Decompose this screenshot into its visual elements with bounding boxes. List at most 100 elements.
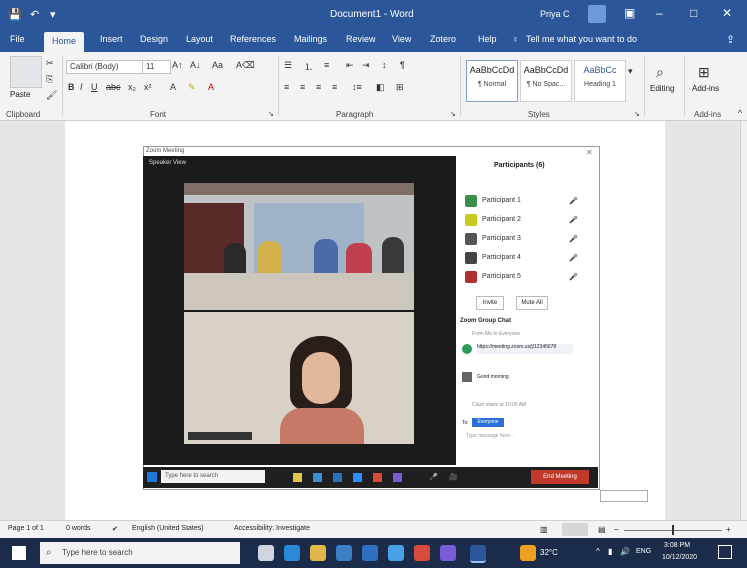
word-count[interactable]: 0 words (66, 525, 91, 532)
store-icon[interactable] (336, 545, 352, 561)
shrink-font-icon[interactable]: A↓ (190, 60, 201, 70)
line-spacing-icon[interactable]: ↕≡ (352, 82, 362, 92)
undo-icon[interactable]: ↶ (30, 8, 39, 21)
mic-icon[interactable]: 🎤 (569, 273, 578, 281)
mic-icon[interactable]: 🎤 (429, 473, 438, 481)
tab-references[interactable]: References (230, 34, 276, 44)
font-dialog-launcher-icon[interactable]: ↘ (268, 110, 274, 118)
font-size-select[interactable]: 11 (142, 60, 171, 74)
page-count[interactable]: Page 1 of 1 (8, 525, 44, 532)
text-effects-icon[interactable]: A (170, 82, 176, 92)
chrome-icon[interactable] (414, 545, 430, 561)
grow-font-icon[interactable]: A↑ (172, 60, 183, 70)
chrome-icon[interactable] (373, 473, 382, 482)
find-icon[interactable]: ⌕ (656, 64, 664, 81)
copy-icon[interactable]: ⎘ (46, 74, 53, 85)
justify-icon[interactable]: ≡ (332, 82, 337, 92)
tab-layout[interactable]: Layout (186, 34, 213, 44)
zoom-icon[interactable] (353, 473, 362, 482)
sort-icon[interactable]: ↕ (382, 60, 387, 70)
save-icon[interactable]: 💾 (8, 8, 22, 21)
taskbar-search-box[interactable]: Type here to search (40, 542, 240, 564)
notifications-icon[interactable] (718, 545, 732, 559)
customize-qat-icon[interactable]: ▾ (50, 8, 56, 21)
align-center-icon[interactable]: ≡ (300, 82, 305, 92)
participant-row[interactable]: Participant 5 🎤 (465, 271, 593, 285)
language[interactable]: English (United States) (132, 525, 204, 532)
subscript-icon[interactable]: x₂ (128, 82, 136, 92)
style-normal[interactable]: AaBbCcDd ¶ Normal (466, 60, 518, 102)
panel-close-icon[interactable]: ✕ (586, 148, 593, 157)
zoom-out-icon[interactable]: – (614, 525, 618, 534)
participant-row[interactable]: Participant 1 🎤 (465, 195, 593, 209)
tell-me-box[interactable]: Tell me what you want to do (526, 34, 637, 44)
align-right-icon[interactable]: ≡ (316, 82, 321, 92)
bold-icon[interactable]: B (68, 82, 75, 92)
format-painter-icon[interactable]: 🖌 (46, 90, 57, 101)
change-case-icon[interactable]: Aa (212, 60, 223, 70)
styles-dialog-launcher-icon[interactable]: ↘ (634, 110, 640, 118)
borders-icon[interactable]: ⊞ (396, 82, 404, 93)
collapse-ribbon-icon[interactable]: ^ (738, 108, 742, 118)
tab-insert[interactable]: Insert (100, 34, 123, 44)
avatar[interactable] (588, 5, 606, 23)
minimize-button[interactable]: – (656, 6, 663, 20)
show-marks-icon[interactable]: ¶ (400, 60, 405, 70)
participant-row[interactable]: Participant 4 🎤 (465, 252, 593, 266)
ribbon-display-icon[interactable]: ▣ (624, 6, 635, 20)
italic-icon[interactable]: I (80, 82, 83, 92)
camera-icon[interactable]: 🎥 (449, 473, 458, 481)
editing-button[interactable]: Editing (650, 84, 674, 93)
zoom-in-icon[interactable]: + (726, 525, 731, 534)
word-icon[interactable] (470, 545, 486, 563)
tab-review[interactable]: Review (346, 34, 376, 44)
tab-design[interactable]: Design (140, 34, 168, 44)
underline-icon[interactable]: U (91, 82, 98, 92)
speaker-view-label[interactable]: Speaker View (149, 160, 186, 166)
font-color-icon[interactable]: A (208, 82, 214, 92)
vertical-scrollbar[interactable] (740, 121, 747, 520)
resize-widget[interactable] (600, 490, 648, 502)
word-icon[interactable] (333, 473, 342, 482)
temperature[interactable]: 32°C (540, 548, 558, 557)
inner-search-box[interactable]: Type here to search (161, 470, 265, 483)
participant-row[interactable]: Participant 3 🎤 (465, 233, 593, 247)
tab-zotero[interactable]: Zotero (430, 34, 456, 44)
print-layout-icon[interactable] (562, 523, 588, 536)
file-explorer-icon[interactable] (293, 473, 302, 482)
mic-icon[interactable]: 🎤 (569, 235, 578, 243)
strikethrough-icon[interactable]: abc (106, 82, 121, 92)
participant-row[interactable]: Participant 2 🎤 (465, 214, 593, 228)
align-left-icon[interactable]: ≡ (284, 82, 289, 92)
clear-formatting-icon[interactable]: A⌫ (236, 60, 255, 71)
start-icon[interactable] (12, 546, 26, 560)
teams-icon[interactable] (393, 473, 402, 482)
language-indicator[interactable]: ENG (636, 548, 651, 555)
weather-icon[interactable] (520, 545, 536, 561)
highlight-icon[interactable]: ✎ (188, 82, 196, 93)
account-name[interactable]: Priya C (540, 9, 570, 19)
tray-arrow-icon[interactable]: ^ (596, 547, 600, 556)
zoom-slider-thumb[interactable] (672, 525, 674, 535)
tab-file[interactable]: File (10, 34, 25, 44)
teams-icon[interactable] (440, 545, 456, 561)
mute-all-button[interactable]: Mute All (516, 296, 548, 310)
edge-icon[interactable] (313, 473, 322, 482)
mic-icon[interactable]: 🎤 (569, 197, 578, 205)
windows-icon[interactable] (147, 472, 157, 482)
accessibility-status[interactable]: Accessibility: Investigate (234, 525, 310, 532)
web-layout-icon[interactable]: ▤ (598, 525, 606, 534)
chat-input[interactable]: Type message here... (466, 433, 514, 439)
task-view-icon[interactable] (258, 545, 274, 561)
clock-time[interactable]: 3:08 PM (664, 542, 690, 549)
font-name-select[interactable]: Calibri (Body) (66, 60, 143, 74)
style-no-spacing[interactable]: AaBbCcDd ¶ No Spac... (520, 60, 572, 102)
cut-icon[interactable]: ✂ (46, 58, 54, 69)
tab-mailings[interactable]: Mailings (294, 34, 327, 44)
chat-recipient-select[interactable]: Everyone (472, 418, 504, 427)
decrease-indent-icon[interactable]: ⇤ (346, 60, 354, 71)
numbering-icon[interactable]: ⒈ (304, 60, 313, 73)
proofing-icon[interactable]: ✔ (112, 525, 118, 533)
bullets-icon[interactable]: ☰ (284, 60, 292, 71)
add-ins-button[interactable]: Add-ins (692, 84, 719, 93)
